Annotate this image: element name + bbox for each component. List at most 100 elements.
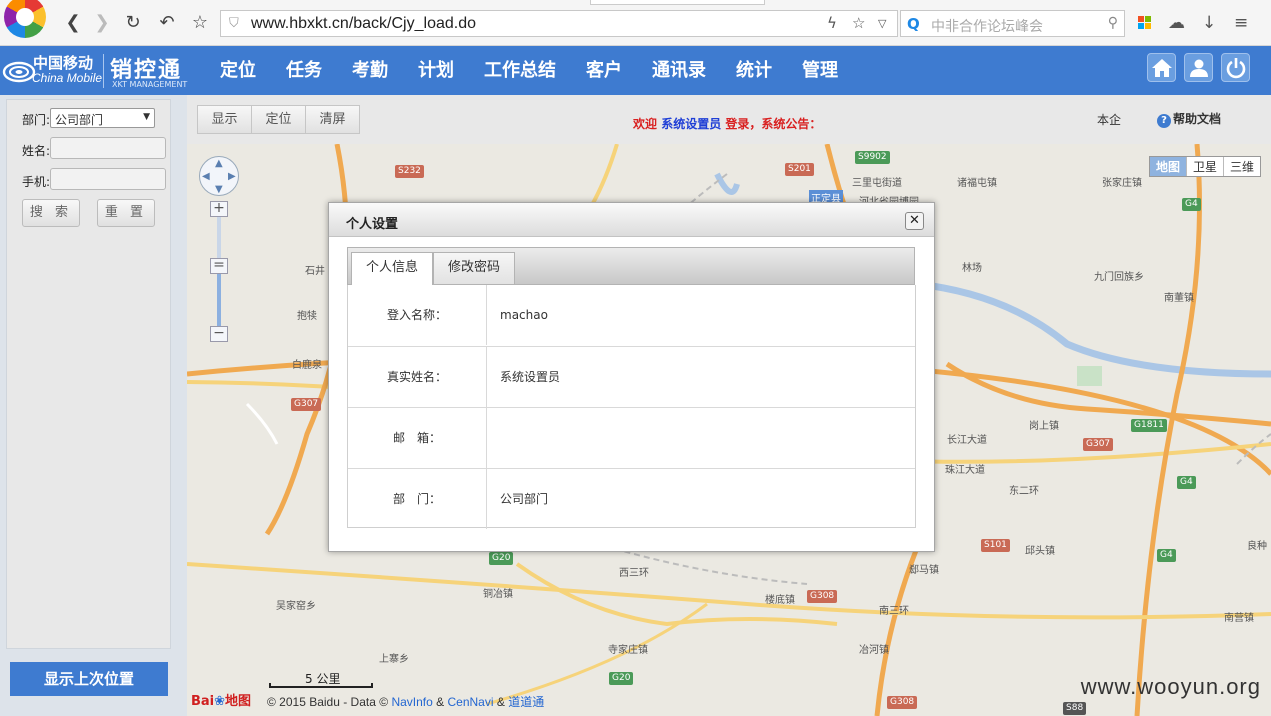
pan-up-icon[interactable]: ▲ [215, 158, 223, 169]
browser-logo-icon[interactable] [4, 0, 46, 38]
road-shield: S101 [981, 539, 1010, 552]
map-type-3d[interactable]: 三维 [1222, 157, 1260, 176]
pan-down-icon[interactable]: ▼ [215, 184, 223, 195]
place-label: 抱犊 [297, 311, 317, 322]
main-nav: 定位 任务 考勤 计划 工作总结 客户 通讯录 统计 管理 [205, 46, 853, 95]
place-label: 张家庄镇 [1102, 178, 1142, 189]
bookmark-star-icon[interactable]: ☆ [189, 12, 211, 34]
show-last-position-button[interactable]: 显示上次位置 [10, 662, 168, 696]
apps-grid-icon[interactable] [1138, 16, 1152, 30]
copyright-text: © 2015 Baidu - Data © [267, 695, 389, 709]
place-label: 楼底镇 [765, 595, 795, 606]
nav-customers[interactable]: 客户 [571, 46, 637, 95]
map-pan-control[interactable]: ▲ ▼ ◀ ▶ [199, 156, 239, 196]
nav-tasks[interactable]: 任务 [271, 46, 337, 95]
zoom-out-button[interactable]: − [210, 326, 228, 342]
road-shield: G20 [489, 552, 514, 565]
table-row: 部 门： 公司部门 [348, 468, 915, 529]
close-icon[interactable]: ✕ [905, 212, 924, 230]
copyright-amp: & [436, 695, 445, 709]
name-input[interactable] [50, 137, 166, 159]
table-row: 邮 箱： [348, 407, 915, 468]
cennavi-link[interactable]: CenNavi [448, 695, 494, 709]
dept-select-value: 公司部门 [55, 113, 104, 127]
nav-statistics[interactable]: 统计 [721, 46, 787, 95]
logout-button[interactable] [1221, 53, 1250, 82]
menu-icon[interactable]: ≡ [1234, 12, 1248, 34]
baidu-logo[interactable]: Bai❀地图 [191, 690, 251, 709]
login-name-label: 登入名称： [348, 285, 487, 345]
name-label: 姓名: [22, 144, 51, 158]
pan-right-icon[interactable]: ▶ [228, 171, 236, 182]
place-label: 南营镇 [1224, 613, 1254, 624]
cloud-icon[interactable]: ☁ [1168, 12, 1185, 34]
dept-select[interactable]: 公司部门 ▼ [50, 108, 155, 128]
map-type-switch: 地图 卫星 三维 [1148, 156, 1261, 177]
reset-button[interactable]: 重 置 [97, 199, 155, 227]
search-placeholder[interactable]: 中非合作论坛峰会 [931, 16, 1043, 36]
nav-contacts[interactable]: 通讯录 [637, 46, 721, 95]
search-icon[interactable]: ⚲ [1108, 15, 1118, 31]
road-shield: G20 [609, 672, 634, 685]
nav-locate[interactable]: 定位 [205, 46, 271, 95]
nav-attendance[interactable]: 考勤 [337, 46, 403, 95]
place-label: 冶河镇 [859, 645, 889, 656]
home-button[interactable] [1147, 53, 1176, 82]
map-scale: 5 公里 [269, 670, 373, 688]
browser-search-box[interactable]: Q 中非合作论坛峰会 ⚲ [900, 10, 1125, 37]
real-name-label: 真实姓名： [348, 347, 487, 407]
dropdown-chevron-icon[interactable]: ▽ [878, 17, 886, 30]
baidu-paw-icon: ❀ [214, 694, 226, 709]
nav-manage[interactable]: 管理 [787, 46, 853, 95]
zoom-in-button[interactable]: + [210, 201, 228, 217]
department-label: 部 门： [348, 469, 487, 529]
welcome-suffix: 登录，系统公告： [725, 117, 822, 131]
navinfo-link[interactable]: NavInfo [391, 695, 432, 709]
locate-button[interactable]: 定位 [251, 105, 306, 134]
favorite-star-icon[interactable]: ☆ [852, 14, 865, 32]
road-shield: S9902 [855, 151, 890, 164]
select-arrow-icon: ▼ [143, 112, 150, 122]
show-button[interactable]: 显示 [197, 105, 252, 134]
address-bar[interactable]: ⛉ www.hbxkt.cn/back/Cjy_load.do ϟ ☆ ▽ [220, 10, 898, 37]
undo-icon[interactable]: ↶ [156, 12, 178, 34]
brand-logo: 中国移动 China Mobile 销控通 XKT MANAGEMENT [0, 46, 195, 95]
reload-icon[interactable]: ↻ [122, 12, 144, 34]
road-shield: G307 [1083, 438, 1114, 451]
company-link[interactable]: 本企 [1097, 111, 1121, 128]
tab-change-password[interactable]: 修改密码 [433, 252, 516, 284]
daodaotong-link[interactable]: 道道通 [508, 695, 544, 709]
map-type-normal[interactable]: 地图 [1149, 157, 1186, 176]
user-settings-button[interactable] [1184, 53, 1213, 82]
lightning-icon[interactable]: ϟ [827, 14, 837, 32]
help-docs-link[interactable]: ? 帮助文档 [1157, 110, 1221, 128]
search-engine-icon[interactable]: Q [907, 15, 920, 33]
china-mobile-logo-icon [2, 61, 36, 83]
email-label: 邮 箱： [348, 408, 487, 468]
dialog-header: 个人设置 ✕ [329, 203, 934, 237]
search-button[interactable]: 搜 索 [22, 199, 80, 227]
tab-personal-info[interactable]: 个人信息 [351, 252, 434, 285]
pan-left-icon[interactable]: ◀ [202, 171, 210, 182]
place-label: 长江大道 [947, 435, 987, 446]
place-label: 吴家窑乡 [276, 601, 316, 612]
address-url[interactable]: www.hbxkt.cn/back/Cjy_load.do [251, 15, 476, 33]
road-shield: G308 [807, 590, 838, 603]
dialog-title: 个人设置 [346, 217, 399, 232]
nav-plan[interactable]: 计划 [403, 46, 469, 95]
place-label: 林场 [962, 263, 982, 274]
nav-work-summary[interactable]: 工作总结 [469, 46, 571, 95]
browser-tab[interactable] [590, 0, 765, 5]
clear-screen-button[interactable]: 清屏 [305, 105, 360, 134]
place-label: 邱头镇 [1025, 546, 1055, 557]
browser-toolbar: ❮ ❯ ↻ ↶ ☆ ⛉ www.hbxkt.cn/back/Cjy_load.d… [0, 0, 1271, 46]
place-label: 石井 [305, 266, 325, 277]
back-icon[interactable]: ❮ [62, 12, 84, 34]
zoom-handle[interactable]: = [210, 258, 228, 274]
forward-icon[interactable]: ❯ [91, 12, 113, 34]
phone-input[interactable] [50, 168, 166, 190]
map-type-satellite[interactable]: 卫星 [1185, 157, 1223, 176]
phone-label: 手机: [22, 175, 51, 189]
download-icon[interactable]: ↓ [1202, 12, 1216, 34]
app-header: 中国移动 China Mobile 销控通 XKT MANAGEMENT 定位 … [0, 46, 1271, 95]
